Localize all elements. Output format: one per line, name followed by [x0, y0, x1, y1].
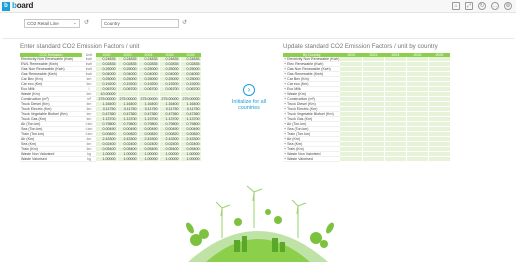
factor-cell[interactable]: 275.00000	[138, 96, 160, 103]
table-row: Truck Electric (Km) km 0.11750 0.11750 0.117…	[20, 106, 202, 113]
factor-cell[interactable]: 275.00000	[180, 96, 202, 103]
factor-cell[interactable]: 275.00000	[159, 96, 181, 103]
board-logo-text: board	[12, 1, 34, 10]
green-earth-illustration	[186, 185, 334, 262]
chat-icon[interactable]: …	[491, 2, 499, 10]
app-topbar: b board ⌂ ⤢ ↻ … ⚙	[0, 0, 516, 13]
table-row: Truck Vegetable Biofuel (Km) km 0.47360 0.4…	[20, 111, 202, 118]
right-section-title: Update standard CO2 Emission Factors / u…	[283, 43, 438, 50]
factor-cell[interactable]: 275.00000	[96, 96, 118, 103]
divider	[2, 38, 514, 39]
table-row: + Waste Valorised	[283, 156, 451, 163]
factor-cell[interactable]: 1.00000	[117, 156, 139, 163]
country-factor-cell[interactable]	[340, 156, 363, 163]
row-unit: kg	[82, 156, 96, 163]
country-factor-cell[interactable]	[384, 156, 407, 163]
country-select[interactable]: Country	[101, 19, 179, 28]
topbar-icons: ⌂ ⤢ ↻ … ⚙	[452, 2, 512, 10]
chevron-down-icon: ⌄	[72, 20, 77, 26]
factor-cell[interactable]: 1.00000	[138, 156, 160, 163]
board-logo-icon[interactable]: b	[2, 2, 10, 11]
reset-icon[interactable]: ↺	[83, 19, 90, 28]
fullscreen-icon[interactable]: ⤢	[465, 2, 473, 10]
refresh-icon[interactable]: ↻	[478, 2, 486, 10]
expandable-row-label[interactable]: + Waste Valorised	[283, 156, 341, 163]
country-factor-cell[interactable]	[406, 156, 429, 163]
table-row: Electricity Non Renewable (Kwh) kwh 0.2483…	[20, 57, 202, 63]
table-row: Truck Diesel (Km) km 1.16400 1.16400 1.16400…	[20, 101, 202, 108]
emission-factors-table: CO2 Emission Unit 2022 2023 2024 2025 2026 Ele…	[20, 53, 202, 163]
table-row: Gas Renewable (Kwh) kwh 0.04000 0.04000 0.04…	[20, 71, 202, 78]
table-row: Construction (m²) m² 275.00000 275.00000 275…	[20, 96, 202, 103]
left-section-title: Enter standard CO2 Emission Factors / un…	[20, 43, 140, 50]
home-icon[interactable]: ⌂	[452, 2, 460, 10]
reset-icon[interactable]: ↺	[181, 19, 188, 28]
gear-icon[interactable]: ⚙	[504, 2, 512, 10]
factor-cell[interactable]: 275.00000	[117, 96, 139, 103]
chevron-right-icon: ›	[243, 84, 255, 96]
initialize-all-countries-button[interactable]: › Initialize for all countries	[225, 84, 273, 112]
factor-cell[interactable]: 1.00000	[180, 156, 202, 163]
table-row: EWL Renewable (Kwh) kwh 0.02835 0.02835 0.02…	[20, 61, 202, 68]
factor-cell[interactable]: 1.00000	[96, 156, 118, 163]
expandable-row-label[interactable]: + Electricity Non Renewable (Kwh)	[283, 57, 341, 63]
table-row: Waste Valorised kg 1.00000 1.00000 1.00000 1.…	[20, 156, 202, 163]
table-row: Gas Non Renewable (Kwh) kwh 0.25000 0.25000…	[20, 66, 202, 73]
country-factor-cell[interactable]	[428, 156, 451, 163]
table-row: Waste Non Valorised kg 1.00000 1.00000 1.000…	[20, 151, 202, 158]
country-factor-cell[interactable]	[362, 156, 385, 163]
row-label: Electricity Non Renewable (Kwh)	[20, 57, 82, 63]
expandable-row-label[interactable]: + Truck Vegetable Biofuel (Km)	[283, 111, 341, 118]
factor-cell[interactable]: 1.00000	[159, 156, 181, 163]
row-label: Waste Valorised	[20, 156, 82, 163]
retail-line-select[interactable]: CO2 Retail Line ⌄	[24, 19, 80, 28]
country-factors-table: By Country 2022 2023 2024 2025 2026 + Electri…	[283, 53, 451, 163]
filter-bar: CO2 Retail Line ⌄ ↺ Country ↺	[0, 13, 516, 37]
